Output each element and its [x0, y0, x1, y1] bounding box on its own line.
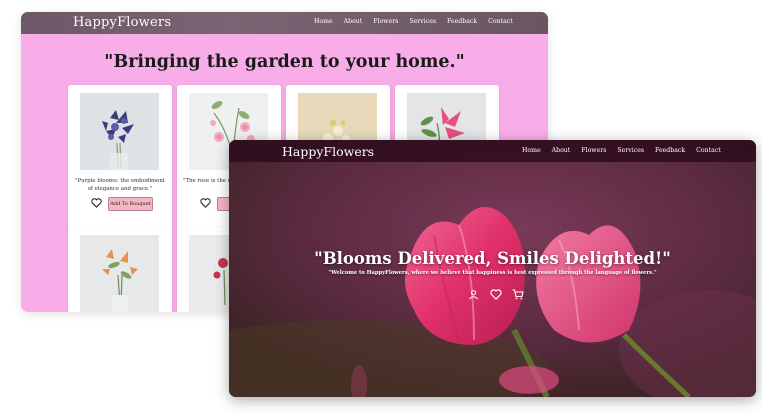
nav-link-home[interactable]: Home [522, 147, 541, 154]
brand-logo[interactable]: HappyFlowers [73, 15, 171, 30]
nav-link-flowers[interactable]: Flowers [373, 18, 398, 25]
nav-link-home[interactable]: Home [314, 18, 333, 25]
nav-link-about[interactable]: About [344, 18, 363, 25]
nav-link-services[interactable]: Services [409, 18, 436, 25]
heart-icon[interactable] [489, 288, 502, 301]
nav-links: Home About Flowers Services Feedback Con… [522, 147, 721, 154]
page-headline: "Bringing the garden to your home." [104, 52, 465, 72]
nav-link-services[interactable]: Services [617, 147, 644, 154]
hero-subtitle: "Welcome to HappyFlowers, where we belie… [328, 270, 657, 276]
product-card [68, 227, 172, 312]
nav-link-about[interactable]: About [552, 147, 571, 154]
hero-page-window: HappyFlowers Home About Flowers Services… [229, 140, 756, 397]
hero-background-image [229, 140, 756, 397]
cart-icon[interactable] [511, 288, 524, 301]
product-image-orange-bouquet [80, 235, 159, 312]
nav-link-feedback[interactable]: Feedback [655, 147, 685, 154]
heart-icon[interactable] [90, 197, 102, 209]
product-caption: "Purple blooms: the embodiment of elegan… [75, 178, 165, 192]
navbar: HappyFlowers Home About Flowers Services… [21, 12, 548, 34]
navbar: HappyFlowers Home About Flowers Services… [229, 140, 756, 162]
nav-link-feedback[interactable]: Feedback [447, 18, 477, 25]
product-image-purple-flowers [80, 93, 159, 170]
user-icon[interactable] [467, 288, 480, 301]
product-card: "Purple blooms: the embodiment of elegan… [68, 85, 172, 231]
nav-link-contact[interactable]: Contact [488, 18, 513, 25]
add-to-bouquet-button[interactable]: Add To Bouquet [108, 197, 153, 211]
hero-action-icons [467, 288, 524, 301]
hero-title: "Blooms Delivered, Smiles Delighted!" [314, 249, 671, 268]
brand-logo[interactable]: HappyFlowers [282, 144, 374, 159]
nav-link-flowers[interactable]: Flowers [581, 147, 606, 154]
nav-links: Home About Flowers Services Feedback Con… [314, 18, 513, 25]
nav-link-contact[interactable]: Contact [696, 147, 721, 154]
heart-icon[interactable] [199, 197, 211, 209]
